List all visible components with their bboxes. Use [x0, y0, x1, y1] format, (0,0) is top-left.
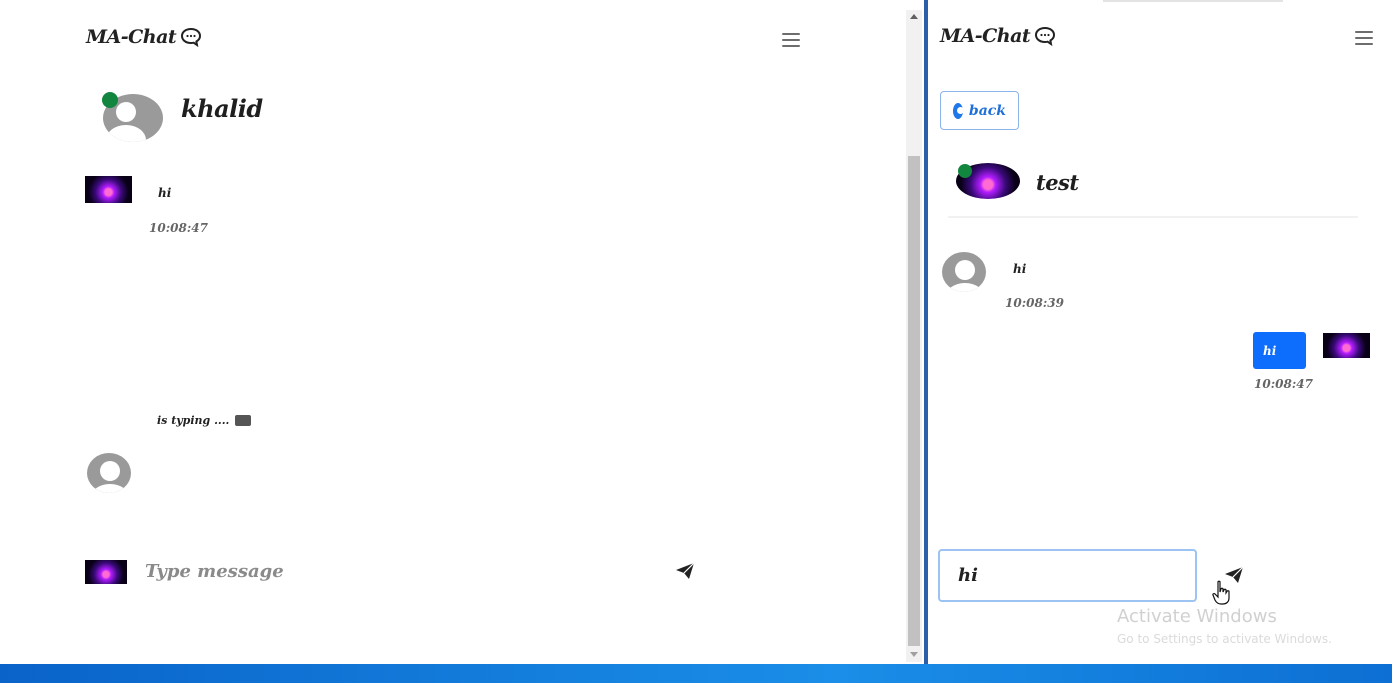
incoming-avatar — [942, 252, 986, 292]
outgoing-message-bubble: hi — [1253, 332, 1306, 369]
back-button[interactable]: back — [940, 91, 1019, 130]
hamburger-menu-icon[interactable] — [782, 29, 800, 51]
chat-bubble-icon — [180, 27, 202, 47]
typing-user-avatar — [87, 453, 131, 493]
send-icon[interactable] — [675, 562, 695, 580]
composer-avatar — [85, 560, 127, 584]
incoming-message-text: hi — [1013, 262, 1027, 276]
right-brand-logo[interactable]: MA-Chat — [940, 25, 1056, 47]
back-label: back — [968, 102, 1006, 119]
right-brand-text: MA-Chat — [940, 25, 1031, 47]
message-text: hi — [158, 186, 172, 200]
sender-avatar — [85, 176, 132, 203]
outgoing-message-time: 10:08:47 — [1254, 377, 1313, 391]
keyboard-icon — [235, 415, 252, 426]
activate-windows-title: Activate Windows — [1117, 606, 1277, 627]
taskbar — [0, 664, 1392, 683]
left-brand-text: MA-Chat — [86, 26, 177, 48]
typing-indicator: is typing .... — [157, 414, 252, 427]
left-scrollbar-thumb[interactable] — [908, 156, 920, 646]
message-time: 10:08:47 — [149, 221, 208, 235]
incoming-message-time: 10:08:39 — [1005, 296, 1064, 310]
outgoing-avatar — [1323, 333, 1370, 358]
activate-windows-subtitle: Go to Settings to activate Windows. — [1117, 632, 1332, 646]
outgoing-message-text: hi — [1263, 343, 1277, 358]
hamburger-menu-icon[interactable] — [1355, 27, 1373, 49]
scroll-down-arrow-icon[interactable] — [910, 652, 918, 657]
online-status-dot — [958, 164, 972, 178]
right-chat-window: MA-Chat back test hi 10:08:39 hi 10:08:4… — [928, 0, 1392, 664]
left-chat-window: MA-Chat khalid hi 10:08:47 is typing ...… — [0, 0, 924, 664]
back-circle-icon — [953, 102, 964, 119]
typing-indicator-text: is typing .... — [157, 414, 230, 427]
top-bar-fragment — [1103, 0, 1283, 2]
header-separator — [948, 216, 1358, 218]
scroll-up-arrow-icon[interactable] — [910, 14, 918, 19]
online-status-dot — [102, 92, 118, 108]
message-input[interactable]: Type message — [145, 561, 284, 582]
contact-name: khalid — [181, 94, 263, 123]
message-input[interactable] — [938, 549, 1197, 602]
chat-bubble-icon — [1034, 26, 1056, 46]
contact-name: test — [1036, 170, 1079, 195]
left-brand-logo[interactable]: MA-Chat — [86, 26, 202, 48]
